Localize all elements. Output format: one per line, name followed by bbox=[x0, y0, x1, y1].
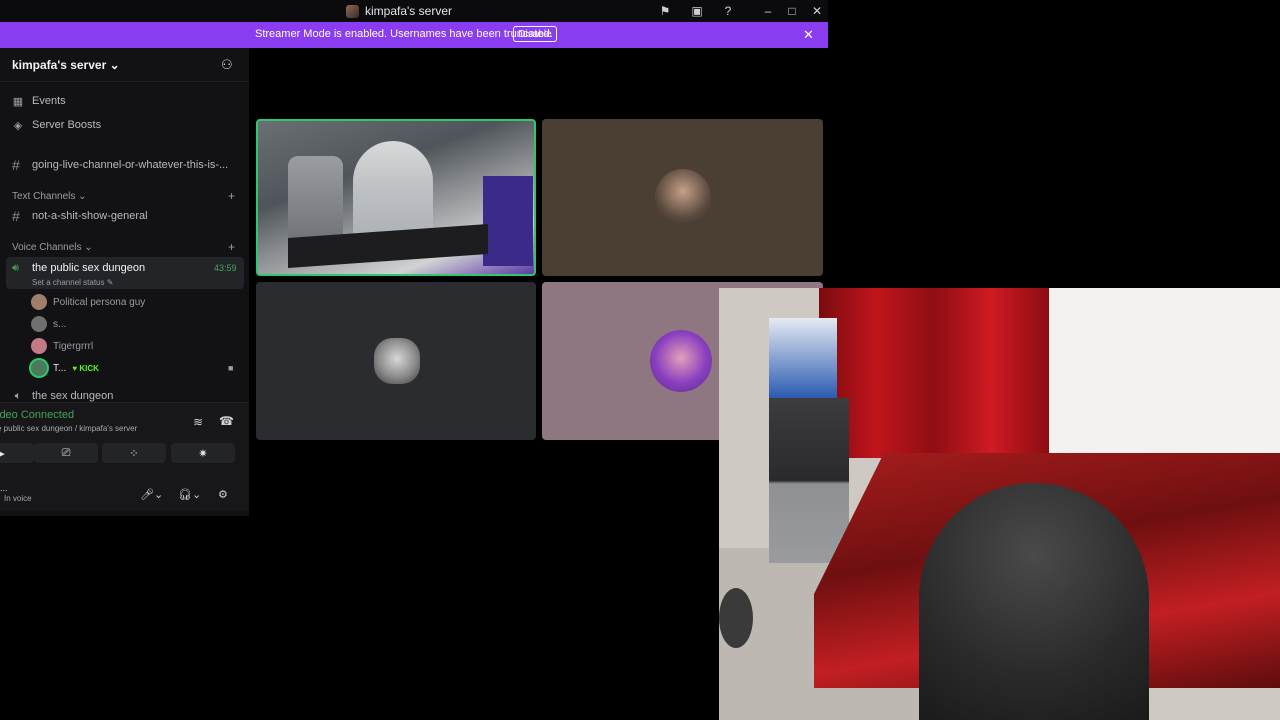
minimize-icon[interactable]: – bbox=[760, 3, 776, 19]
avatar bbox=[31, 360, 47, 376]
member-name: Political persona guy bbox=[53, 296, 146, 308]
channel-going-live[interactable]: # going-live-channel-or-whatever-this-is… bbox=[12, 156, 228, 174]
screen-share-button[interactable]: ⎚ bbox=[34, 443, 98, 463]
boost-icon: ◈ bbox=[13, 119, 23, 132]
voice-connection-panel: ideo Connected e public sex dungeon / ki… bbox=[0, 402, 249, 511]
user-name: ... bbox=[0, 483, 8, 493]
banner-message: Streamer Mode is enabled. Usernames have… bbox=[255, 28, 553, 40]
blanket-figure bbox=[919, 483, 1149, 720]
microphone-icon[interactable]: 🎤︎⌄ bbox=[140, 488, 163, 501]
avatar-tile[interactable] bbox=[542, 119, 823, 276]
voice-channel-active[interactable]: 🔊︎ the public sex dungeon Set a channel … bbox=[6, 257, 244, 289]
voice-channel-name: the sex dungeon bbox=[32, 390, 114, 402]
channel-sidebar: kimpafa's server ⌄ ⚇ ▦ Events ◈ Server B… bbox=[0, 48, 249, 516]
nav-events-label: Events bbox=[32, 95, 66, 107]
add-voice-channel-icon[interactable]: + bbox=[228, 240, 235, 254]
maximize-icon[interactable]: □ bbox=[784, 3, 800, 19]
mini-fridge bbox=[769, 398, 849, 563]
box bbox=[769, 318, 837, 398]
inbox-icon[interactable]: ▣ bbox=[689, 3, 705, 19]
user-status: In voice bbox=[4, 494, 32, 503]
avatar bbox=[31, 316, 47, 332]
chair bbox=[288, 156, 343, 246]
video-tile-speaking[interactable] bbox=[256, 119, 536, 276]
kick-badge: ♥ KICK bbox=[72, 363, 99, 373]
channel-label: not-a-shit-show-general bbox=[32, 210, 148, 222]
disconnect-icon[interactable]: ☎ bbox=[219, 414, 234, 428]
invite-icon[interactable]: ⚇ bbox=[221, 57, 233, 73]
avatar-tile[interactable] bbox=[256, 282, 536, 440]
red-curtain bbox=[819, 288, 1049, 458]
streamer-mode-banner: Streamer Mode is enabled. Usernames have… bbox=[0, 22, 828, 48]
flag-icon[interactable]: ⚑ bbox=[657, 3, 673, 19]
connection-status[interactable]: ideo Connected bbox=[0, 409, 74, 421]
server-icon bbox=[346, 4, 359, 18]
nav-server-boosts[interactable]: ◈ Server Boosts bbox=[12, 116, 101, 134]
voice-channel-name: the public sex dungeon bbox=[32, 262, 146, 274]
calendar-icon: ▦ bbox=[12, 95, 24, 108]
voice-member[interactable]: T... ♥ KICK bbox=[31, 359, 99, 377]
white-wall bbox=[1049, 288, 1280, 458]
member-name: s... bbox=[53, 318, 67, 330]
disable-button[interactable]: Disable bbox=[513, 26, 557, 42]
raccoon-avatar bbox=[374, 338, 420, 384]
voice-member[interactable]: Political persona guy bbox=[31, 293, 145, 311]
voice-channels-category[interactable]: Voice Channels ⌄ bbox=[12, 242, 93, 253]
text-channels-category[interactable]: Text Channels ⌄ bbox=[12, 191, 87, 202]
voice-member[interactable]: Tigergrrrl bbox=[31, 337, 93, 355]
server-header[interactable]: kimpafa's server ⌄ ⚇ bbox=[0, 48, 249, 82]
add-text-channel-icon[interactable]: + bbox=[228, 189, 235, 203]
headphones-icon[interactable]: 🎧︎⌄ bbox=[178, 488, 201, 501]
nav-boosts-label: Server Boosts bbox=[32, 119, 102, 131]
window-title: kimpafa's server bbox=[346, 3, 452, 19]
avatar bbox=[655, 169, 711, 225]
hash-icon: # bbox=[12, 208, 20, 224]
hash-icon: # bbox=[12, 157, 20, 173]
settings-gear-icon[interactable]: ⚙ bbox=[218, 488, 228, 501]
camera-button[interactable]: ▸ bbox=[0, 443, 34, 463]
webcam-overlay bbox=[719, 288, 1280, 720]
noise-suppression-icon[interactable]: ≋ bbox=[193, 415, 203, 429]
avatar bbox=[31, 338, 47, 354]
member-name: Tigergrrrl bbox=[53, 340, 94, 352]
window-title-text: kimpafa's server bbox=[365, 4, 452, 18]
channel-label: going-live-channel-or-whatever-this-is-.… bbox=[32, 159, 229, 171]
speaker-icon: 🔈︎ bbox=[14, 389, 22, 402]
voice-member[interactable]: s... bbox=[31, 315, 66, 333]
connection-path[interactable]: e public sex dungeon / kimpafa's server bbox=[0, 424, 137, 433]
activities-button[interactable]: ⁘ bbox=[102, 443, 166, 463]
nav-events[interactable]: ▦ Events bbox=[12, 92, 66, 110]
close-window-icon[interactable]: ✕ bbox=[809, 3, 825, 19]
channel-general[interactable]: # not-a-shit-show-general bbox=[12, 207, 148, 225]
channel-status[interactable]: Set a channel status ✎ bbox=[32, 278, 113, 287]
fan bbox=[719, 588, 753, 648]
background-object bbox=[483, 176, 533, 266]
speaker-icon: 🔊︎ bbox=[12, 262, 19, 274]
avatar bbox=[31, 294, 47, 310]
camera-icon: ■ bbox=[228, 363, 234, 373]
title-bar: kimpafa's server ⚑ ▣ ? – □ ✕ bbox=[0, 0, 828, 22]
server-name[interactable]: kimpafa's server ⌄ bbox=[12, 58, 120, 72]
call-timer: 43:59 bbox=[214, 263, 237, 273]
banner-close-icon[interactable]: ✕ bbox=[803, 27, 814, 43]
member-name: T... bbox=[53, 362, 67, 374]
discord-window: kimpafa's server ⚑ ▣ ? – □ ✕ Streamer Mo… bbox=[0, 0, 828, 516]
help-icon[interactable]: ? bbox=[720, 3, 736, 19]
avatar bbox=[650, 330, 712, 392]
soundboard-button[interactable]: ✷ bbox=[171, 443, 235, 463]
